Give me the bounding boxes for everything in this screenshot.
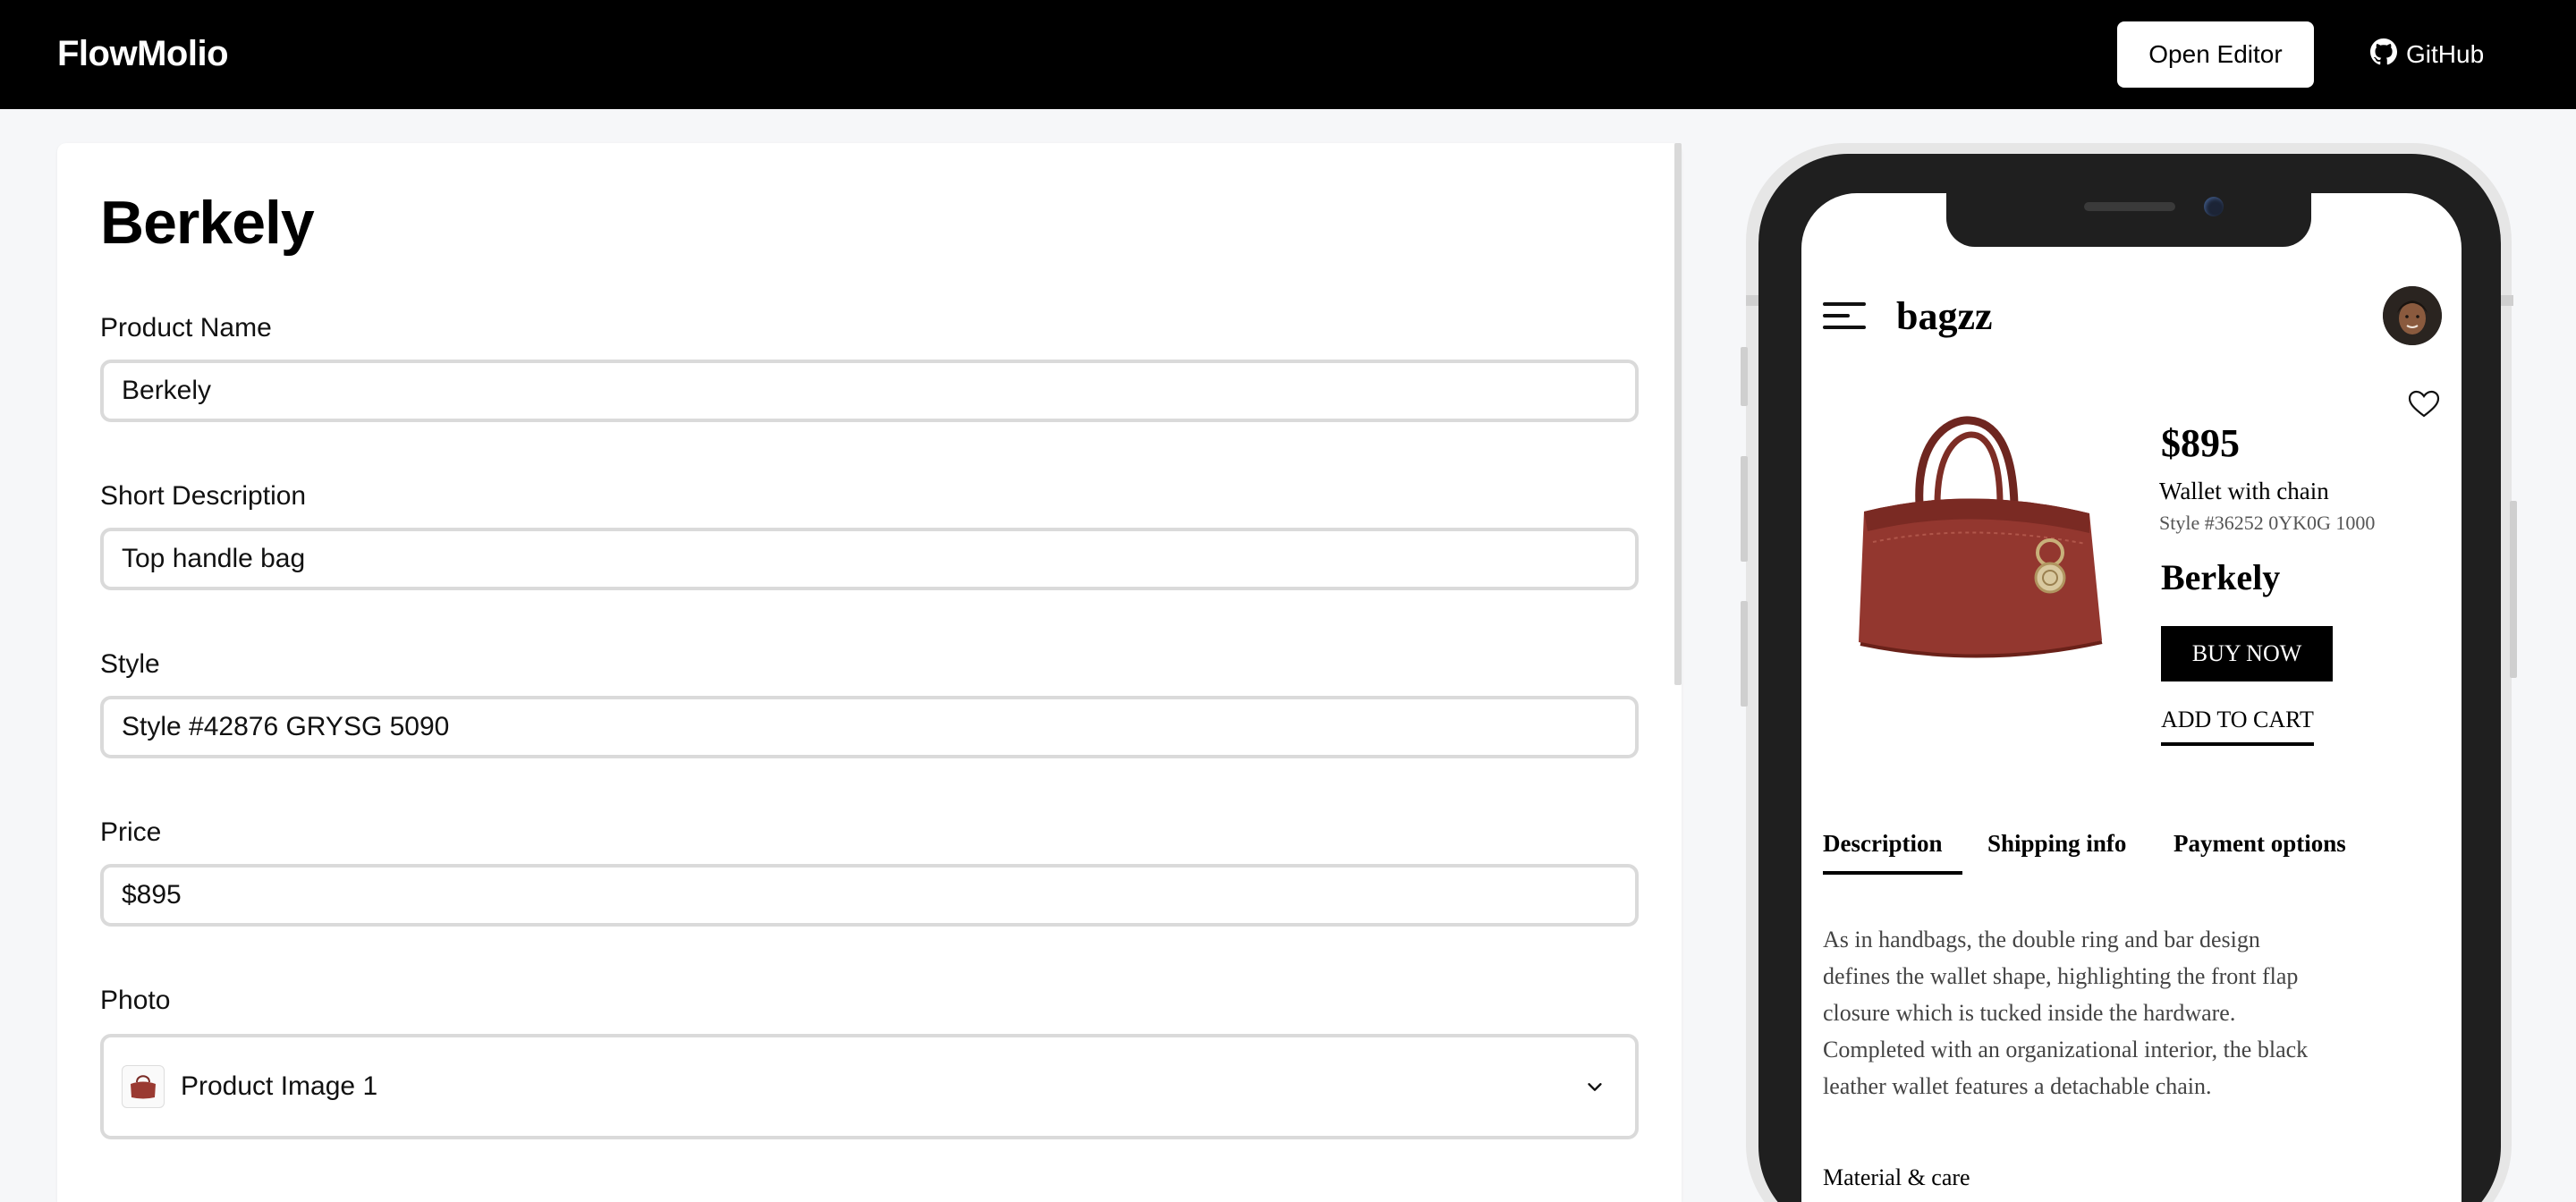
preview-price: $895	[2161, 421, 2240, 465]
buy-now-button[interactable]: BUY NOW	[2161, 626, 2333, 681]
price-label: Price	[100, 817, 162, 847]
material-care-heading[interactable]: Material & care	[1823, 1164, 1970, 1191]
editor-scrollbar[interactable]	[1674, 143, 1682, 685]
phone-speaker	[2084, 202, 2175, 211]
page-title: Berkely	[100, 189, 315, 257]
menu-icon[interactable]	[1823, 302, 1866, 329]
tab-description[interactable]: Description	[1823, 830, 1942, 858]
photo-select-value: Product Image 1	[181, 1071, 378, 1101]
photo-thumbnail	[122, 1065, 165, 1108]
photo-select[interactable]: Product Image 1	[100, 1034, 1639, 1139]
short-description-input[interactable]	[100, 528, 1639, 590]
preview-screen: bagzz $895 Wallet with chain Style #3625…	[1801, 193, 2462, 1202]
phone-camera	[2204, 197, 2224, 216]
preview-subtitle: Wallet with chain	[2159, 478, 2329, 504]
product-editor-panel: Berkely Product Name Short Description S…	[57, 143, 1682, 1202]
preview-brand[interactable]: bagzz	[1896, 293, 1993, 339]
github-icon	[2370, 38, 2397, 72]
product-name-input[interactable]	[100, 360, 1639, 422]
tab-shipping-info[interactable]: Shipping info	[1987, 830, 2126, 858]
style-label: Style	[100, 649, 160, 679]
github-label: GitHub	[2406, 40, 2485, 68]
phone-volume-down	[1741, 601, 1748, 707]
photo-label: Photo	[100, 986, 171, 1015]
phone-notch	[1946, 191, 2311, 247]
avatar[interactable]	[2383, 286, 2442, 345]
preview-style: Style #36252 0YK0G 1000	[2159, 512, 2376, 534]
product-name-label: Product Name	[100, 313, 272, 343]
phone-silent-switch	[1741, 347, 1748, 406]
open-editor-button[interactable]: Open Editor	[2117, 21, 2314, 88]
active-tab-indicator	[1823, 871, 1962, 875]
app-brand[interactable]: FlowMolio	[57, 34, 229, 74]
phone-power-button	[2510, 501, 2517, 678]
product-description: As in handbags, the double ring and bar …	[1823, 927, 2309, 1099]
price-input[interactable]	[100, 864, 1639, 927]
tab-payment-options[interactable]: Payment options	[2174, 830, 2346, 858]
add-to-cart-button[interactable]: ADD TO CART	[2161, 707, 2314, 746]
product-image	[1859, 416, 2103, 658]
style-input[interactable]	[100, 696, 1639, 758]
short-description-label: Short Description	[100, 481, 307, 511]
preview-product-name: Berkely	[2161, 557, 2281, 597]
heart-icon[interactable]	[2408, 390, 2440, 419]
phone-volume-up	[1741, 456, 1748, 562]
top-bar: FlowMolio Open Editor GitHub	[0, 0, 2576, 109]
github-link[interactable]: GitHub	[2370, 21, 2484, 88]
chevron-down-icon	[1588, 1083, 1602, 1091]
